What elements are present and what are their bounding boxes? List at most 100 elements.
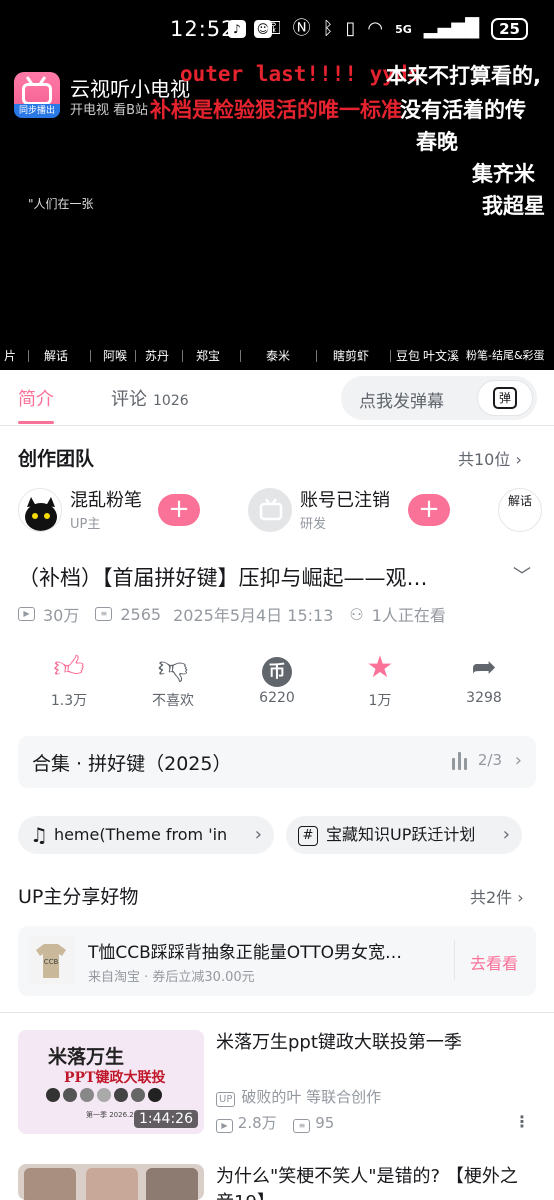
avatar [18,488,62,532]
video-player[interactable]: 12:52 ♪ ☺ ⚿ Ⓝ ᛒ ▯ ◠ 5G ▂▄▆█ 25 同步播出 云视听小… [0,0,554,370]
active-tab-indicator [18,421,54,424]
plus-icon: + [168,494,190,524]
chevron-right-icon: › [254,824,262,845]
coin-icon: 币 [262,657,292,687]
comment-count: 1026 [153,393,189,409]
key-icon: ⚿ [266,18,281,39]
danmaku-count: 2565 [120,604,162,624]
danmaku-comment: 补档是检验狠活的唯一标准 [150,98,402,122]
favorite-button[interactable]: ★ 1万 [345,648,415,710]
favorite-count: 1万 [368,693,392,709]
status-bar: 12:52 ♪ ☺ ⚿ Ⓝ ᛒ ▯ ◠ 5G ▂▄▆█ 25 [0,0,554,60]
team-member[interactable]: 账号已注销 研发 [248,486,408,534]
danmaku-count-icon: ≡ [293,1119,311,1133]
collection-progress: 2/3 [477,751,502,769]
follow-button[interactable]: + [408,494,450,526]
team-member[interactable]: 解话 [498,486,554,534]
battery-indicator: 25 [491,18,528,40]
divider [454,940,455,980]
product-title: T恤CCB踩踩背抽象正能量OTTO男女宽… [88,943,403,963]
tag-chip[interactable]: # 宝藏知识UP跃迁计划 › [286,816,522,854]
product-subtitle: 来自淘宝 · 券后立减30.00元 [88,970,255,985]
expand-chevron-icon[interactable]: ﹀ [513,562,531,588]
view-count: 30万 [43,606,80,625]
chapter-label: 郑宝 [196,349,221,363]
watching-count: 1人正在看 [371,606,446,625]
tab-intro[interactable]: 简介 [18,385,54,411]
danmaku-input[interactable]: 点我发弹幕 弹 [341,376,537,420]
avatar: 解话 [498,488,542,532]
play-count-icon: ▶ [18,607,35,621]
chapter-label: 阿喉 [103,349,128,363]
team-more-button[interactable]: 共10位 › [458,446,522,470]
thumb-avatars [46,1088,162,1102]
chevron-right-icon: › [502,824,510,845]
danmaku-placeholder: 点我发弹幕 [359,392,444,412]
detail-tabs: 简介 评论 1026 点我发弹幕 弹 [0,370,554,426]
chapter-strip[interactable]: 片 解话 阿喉 苏丹 郑宝 泰米 瞎剪虾 豆包 叶文溪 粉笔-结尾&彩蛋 [0,344,554,366]
chapter-label: 解话 [44,349,69,363]
dislike-button[interactable]: 👎︎ 不喜欢 [138,648,208,710]
goods-more-button[interactable]: 共2件 › [470,884,524,908]
plus-icon: + [418,494,440,524]
tv-app-badge: 同步播出 [14,104,60,118]
star-icon: ★ [366,650,394,685]
tag-label: 宝藏知识UP跃迁计划 [326,825,476,844]
chevron-right-icon: › [515,450,522,469]
member-name: 账号已注销 [300,490,390,511]
nfc-icon: Ⓝ [292,18,311,39]
playlist-icon [452,752,468,770]
like-count: 1.3万 [50,693,88,709]
team-count: 共10位 [458,450,511,469]
recommend-stats: ▶ 2.8万 ≡ 95 [216,1112,334,1133]
video-subtitle: "人们在一张 [28,197,94,211]
signal-icon: ▂▄▆█ [423,18,480,39]
music-title: heme(Theme from 'in t [53,825,226,844]
go-see-button[interactable]: 去看看 [470,950,518,974]
coin-button[interactable]: 币 6220 [242,648,312,706]
product-image: CCB [28,936,74,984]
chapter-label: 泰米 [266,349,291,363]
danmaku-comment: 我超星 [482,194,545,218]
danmaku-comment: 春晚 [416,130,458,154]
music-chip[interactable]: ♫ heme(Theme from 'in t › [18,816,274,854]
chapter-label: 瞎剪虾 [333,349,370,363]
thumb-title: 米落万生 [48,1046,125,1068]
video-duration: 1:44:26 [134,1110,198,1128]
dislike-label: 不喜欢 [152,693,194,709]
video-stats: ▶ 30万 ≡ 2565 2025年5月4日 15:13 ⚇ 1人正在看 [18,602,446,626]
more-options-icon[interactable]: ⋮ [514,1112,530,1131]
hashtag-icon: # [298,825,318,846]
chapter-label: 粉笔-结尾&彩蛋 [466,349,545,362]
clock: 12:52 [170,17,236,41]
tab-comments[interactable]: 评论 1026 [111,385,189,411]
recommend-item[interactable]: 米落万生 PPT键政大联投 第一季 2026.2 1:44:26 米落万生ppt… [18,1030,536,1140]
collection-card[interactable]: 合集 · 拼好键（2025） 2/3 › [18,736,536,788]
bluetooth-icon: ᛒ [322,18,334,39]
share-icon: ➦ [471,650,497,685]
play-count-icon: ▶ [216,1119,233,1133]
chevron-right-icon: › [517,888,524,907]
watching-icon: ⚇ [349,604,364,624]
product-card[interactable]: CCB T恤CCB踩踩背抽象正能量OTTO男女宽… 来自淘宝 · 券后立减30.… [18,926,536,996]
video-thumbnail: 米落万生 PPT键政大联投 第一季 2026.2 1:44:26 [18,1030,204,1134]
recommend-title: 米落万生ppt键政大联投第一季 [216,1032,462,1053]
product-image-text: CCB [44,958,59,966]
chapter-label: 叶文溪 [423,349,460,363]
recommend-item[interactable]: 为什么"笑梗不笑人"是错的? 【梗外之音19】 [18,1164,536,1200]
like-button[interactable]: 👍︎ 1.3万 [34,648,104,710]
collection-title: 合集 · 拼好键（2025） [32,753,232,775]
danmaku-comment: outer last!!!! yyds [180,62,421,86]
recommend-title: 为什么"笑梗不笑人"是错的? 【梗外之音19】 [216,1166,518,1200]
thumbs-up-icon: 👍︎ [53,650,85,685]
video-thumbnail [18,1164,204,1200]
vibrate-icon: ▯ [345,18,356,39]
thumbs-down-icon: 👎︎ [157,650,189,685]
video-title[interactable]: （补档）【首届拼好键】压抑与崛起——观… [18,562,498,592]
danmaku-icon: 弹 [493,387,517,409]
uploader-name: 破败的叶 等联合创作 [241,1088,382,1106]
section-divider [0,1012,554,1013]
danmaku-toggle-button[interactable]: 弹 [477,380,533,416]
share-button[interactable]: ➦ 3298 [449,648,519,706]
follow-button[interactable]: + [158,494,200,526]
